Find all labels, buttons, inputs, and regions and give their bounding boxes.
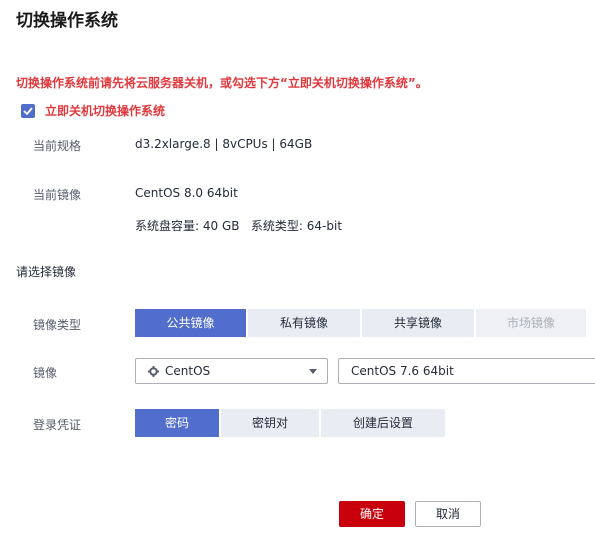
current-image-label: 当前镜像	[33, 188, 82, 202]
image-type-public[interactable]: 公共镜像	[135, 309, 246, 337]
login-credential-label: 登录凭证	[33, 418, 82, 432]
login-set-later[interactable]: 创建后设置	[321, 409, 445, 437]
os-select[interactable]: CentOS	[135, 358, 328, 384]
image-label: 镜像	[33, 366, 58, 380]
image-type-private[interactable]: 私有镜像	[248, 309, 360, 337]
login-keypair[interactable]: 密钥对	[221, 409, 319, 437]
shutdown-warning: 切换操作系统前请先将云服务器关机，或勾选下方“立即关机切换操作系统”。	[16, 76, 428, 90]
shutdown-checkbox-row[interactable]: 立即关机切换操作系统	[21, 102, 165, 119]
gear-icon	[148, 365, 159, 377]
checkmark-icon	[23, 106, 33, 115]
image-type-segmented: 公共镜像 私有镜像 共享镜像 市场镜像	[135, 309, 588, 337]
cancel-button[interactable]: 取消	[415, 501, 481, 527]
select-image-section-title: 请选择镜像	[16, 265, 77, 279]
login-password[interactable]: 密码	[135, 409, 219, 437]
os-version-select[interactable]: CentOS 7.6 64bit	[338, 358, 595, 384]
spec-label: 当前规格	[33, 139, 82, 153]
current-image-value: CentOS 8.0 64bit	[135, 186, 238, 200]
image-type-market: 市场镜像	[476, 309, 586, 337]
image-type-shared[interactable]: 共享镜像	[362, 309, 474, 337]
login-credential-segmented: 密码 密钥对 创建后设置	[135, 409, 447, 437]
current-image-details: 系统盘容量: 40 GB 系统类型: 64-bit	[135, 219, 343, 233]
spec-value: d3.2xlarge.8 | 8vCPUs | 64GB	[135, 137, 313, 151]
chevron-down-icon	[309, 368, 317, 374]
os-select-value: CentOS	[165, 364, 211, 378]
shutdown-checkbox[interactable]	[21, 103, 35, 118]
shutdown-checkbox-label[interactable]: 立即关机切换操作系统	[45, 102, 165, 119]
dialog-title: 切换操作系统	[16, 11, 118, 31]
confirm-button[interactable]: 确定	[339, 501, 405, 527]
image-type-label: 镜像类型	[33, 318, 82, 332]
